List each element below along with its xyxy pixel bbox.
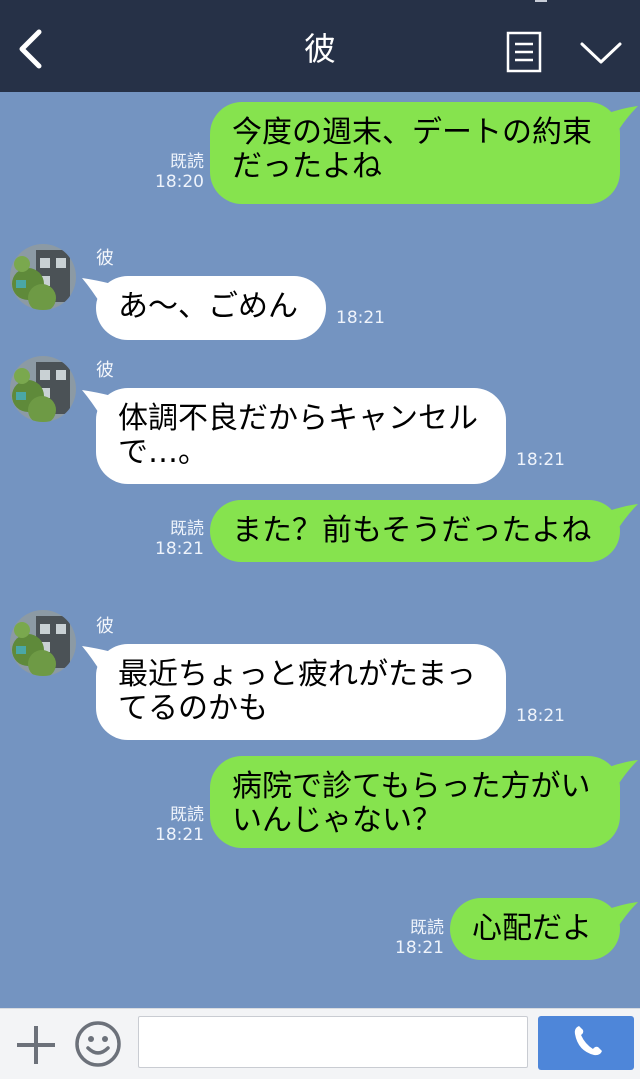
collapse-button[interactable] (578, 36, 624, 70)
avatar-photo-icon (10, 244, 76, 310)
read-receipt: 既読 (170, 519, 204, 539)
outgoing-message[interactable]: 病院で診てもらった方がい いんじゃない？ (210, 756, 620, 848)
avatar[interactable] (10, 244, 76, 310)
message-time: 18:21 (155, 539, 204, 559)
read-receipt: 既読 (170, 805, 204, 825)
smiley-icon (75, 1021, 121, 1067)
emoji-button[interactable] (74, 1020, 122, 1068)
avatar-photo-icon (10, 610, 76, 676)
avatar[interactable] (10, 610, 76, 676)
chevron-left-icon (19, 29, 42, 69)
sender-name: 彼 (96, 616, 114, 637)
chat-area[interactable]: 今度の週末、デートの約束 だったよね 既読 18:20 彼 あ～、ごめん 18:… (0, 92, 640, 1008)
avatar-photo-icon (10, 356, 76, 422)
list-menu-icon (506, 31, 542, 73)
message-meta: 既読 18:21 (140, 805, 204, 845)
avatar[interactable] (10, 356, 76, 422)
chat-header: 彼 (0, 0, 640, 92)
message-time: 18:20 (155, 172, 204, 192)
message-meta: 既読 18:21 (140, 519, 204, 559)
add-attachment-button[interactable] (14, 1023, 58, 1067)
back-button[interactable] (14, 26, 50, 72)
read-receipt: 既読 (170, 152, 204, 172)
outgoing-message[interactable]: 心配だよ (450, 898, 620, 960)
message-time: 18:21 (336, 308, 385, 328)
incoming-message[interactable]: あ～、ごめん (96, 276, 326, 340)
message-input[interactable] (138, 1016, 528, 1068)
call-button[interactable] (538, 1016, 634, 1070)
menu-button[interactable] (506, 31, 542, 73)
message-time: 18:21 (155, 825, 204, 845)
message-meta: 既読 18:20 (140, 152, 204, 192)
message-composer (0, 1008, 640, 1079)
chevron-down-icon (580, 42, 622, 64)
message-meta: 既読 18:21 (380, 918, 444, 958)
phone-icon (574, 1026, 602, 1056)
message-time: 18:21 (516, 706, 565, 726)
sender-name: 彼 (96, 248, 114, 269)
incoming-message[interactable]: 最近ちょっと疲れがたまっ てるのかも (96, 644, 506, 740)
plus-icon (17, 1026, 55, 1064)
outgoing-message[interactable]: 今度の週末、デートの約束 だったよね (210, 102, 620, 204)
read-receipt: 既読 (410, 918, 444, 938)
chat-title: 彼 (303, 30, 336, 68)
incoming-message[interactable]: 体調不良だからキャンセル で…。 (96, 388, 506, 484)
message-time: 18:21 (395, 938, 444, 958)
message-time: 18:21 (516, 450, 565, 470)
outgoing-message[interactable]: また？前もそうだったよね (210, 500, 620, 562)
status-indicator-icon (535, 0, 547, 2)
sender-name: 彼 (96, 360, 114, 381)
